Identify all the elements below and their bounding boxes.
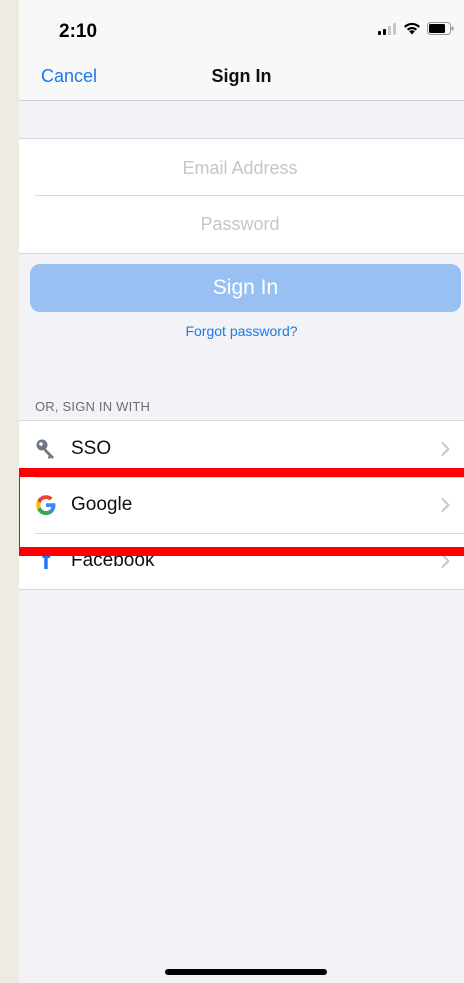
provider-list: SSO Google f Facebook [19,420,464,590]
status-bar: 2:10 [19,0,464,58]
google-row[interactable]: Google [19,477,464,533]
page-title: Sign In [211,66,272,86]
navigation-bar: Cancel Sign In [19,58,464,101]
forgot-password-link[interactable]: Forgot password? [185,323,297,339]
sso-row[interactable]: SSO [19,421,464,477]
forgot-password-row: Forgot password? [19,323,464,339]
facebook-label: Facebook [71,550,155,571]
cellular-signal-icon [378,22,396,35]
google-icon [35,494,57,516]
email-field[interactable] [35,140,445,196]
password-field[interactable] [35,196,445,252]
facebook-row[interactable]: f Facebook [19,533,464,589]
sign-in-screen: 2:10 Cancel Sign In Email Address Sign I… [19,0,464,983]
chevron-right-icon [441,554,450,568]
google-label: Google [71,494,133,515]
facebook-icon: f [41,547,51,575]
wifi-icon [404,22,420,35]
status-icons [378,22,454,35]
credentials-form [19,138,464,254]
chevron-right-icon [441,498,450,512]
key-icon [35,438,57,460]
battery-icon [427,22,454,35]
alt-signin-header: OR, SIGN IN WITH [35,399,151,414]
chevron-right-icon [441,442,450,456]
status-time: 2:10 [59,21,98,42]
home-indicator [165,969,327,975]
sign-in-button[interactable]: Sign In [30,264,461,312]
sso-label: SSO [71,438,112,459]
